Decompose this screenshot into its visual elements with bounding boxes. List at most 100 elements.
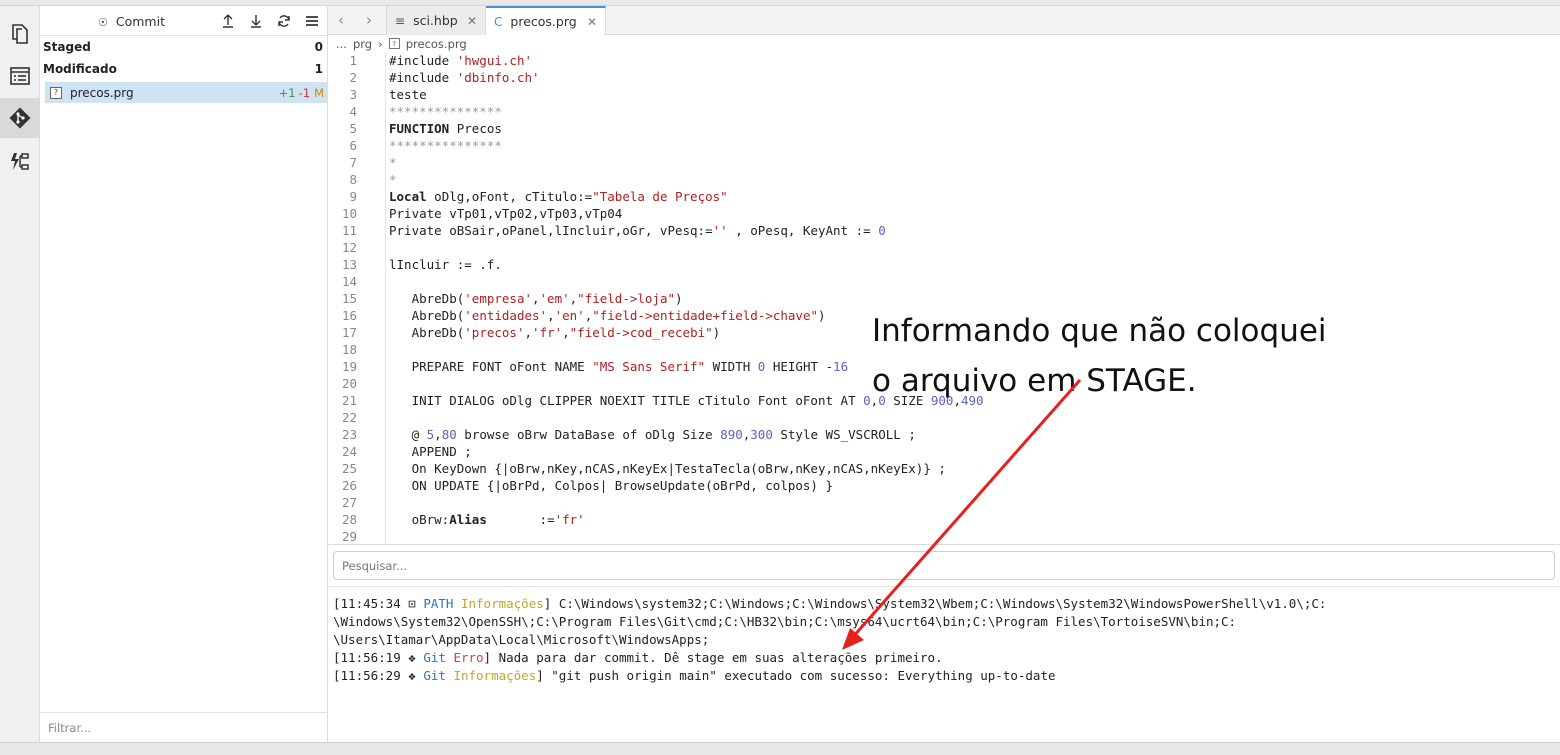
line-number: 3 (349, 87, 357, 102)
line-number: 2 (349, 70, 357, 85)
code-line[interactable]: ON UPDATE {|oBrPd, Colpos| BrowseUpdate(… (389, 477, 1560, 494)
source-control-panel: ☉ Commit Staged 0 Modificado 1 ? precos.p… (40, 6, 328, 742)
status-bar (0, 742, 1560, 755)
line-number: 18 (341, 342, 357, 357)
code-line[interactable]: ​ (389, 528, 1560, 544)
line-number: 27 (341, 495, 357, 510)
commit-icon: ☉ (98, 16, 108, 29)
line-number: 25 (341, 461, 357, 476)
code-line[interactable]: *************** (389, 137, 1560, 154)
activity-bar (0, 6, 40, 742)
line-number: 20 (341, 376, 357, 391)
line-number: 4 (349, 104, 357, 119)
push-icon[interactable] (219, 12, 237, 30)
pull-icon[interactable] (247, 12, 265, 30)
files-icon[interactable] (0, 14, 40, 54)
search-input[interactable] (333, 551, 1555, 580)
scm-title: ☉ Commit (98, 14, 165, 29)
line-number: 19 (341, 359, 357, 374)
code-file-icon: C (494, 14, 503, 29)
code-line[interactable]: APPEND ; (389, 443, 1560, 460)
code-line[interactable]: ​ (389, 273, 1560, 290)
code-line[interactable]: teste (389, 86, 1560, 103)
code-line[interactable]: ​ (389, 409, 1560, 426)
close-icon[interactable]: ✕ (587, 15, 597, 29)
code-line[interactable]: * (389, 171, 1560, 188)
code-line[interactable]: ​ (389, 239, 1560, 256)
terminal-icon: ⊡ (408, 596, 416, 611)
line-number: 5 (349, 121, 357, 136)
line-number: 7 (349, 155, 357, 170)
line-number: 23 (341, 427, 357, 442)
line-number: 9 (349, 189, 357, 204)
flow-icon[interactable] (0, 142, 40, 182)
code-line[interactable]: @ 5,80 browse oBrw DataBase of oDlg Size… (389, 426, 1560, 443)
line-number: 13 (341, 257, 357, 272)
output-line: \Users\Itamar\AppData\Local\Microsoft\Wi… (333, 632, 710, 647)
menu-icon[interactable] (303, 12, 321, 30)
file-icon: ? (50, 86, 62, 99)
code-line[interactable]: Private vTp01,vTp02,vTp03,vTp04 (389, 205, 1560, 222)
changed-file-row[interactable]: ? precos.prg +1 -1 M (45, 82, 327, 103)
line-number: 8 (349, 172, 357, 187)
line-number: 6 (349, 138, 357, 153)
line-number: 26 (341, 478, 357, 493)
tab-sci-hbp[interactable]: ≡ sci.hbp ✕ (386, 6, 486, 35)
line-number-gutter: 1 2 3 4 5 6 7 8 9 10 11 12 13 14 15 16 17 18 19 20 21 22 23 24 2… (328, 52, 386, 544)
code-editor[interactable]: 1 2 3 4 5 6 7 8 9 10 11 12 13 14 15 16 17 18 19 20 21 22 23 24 2… (328, 52, 1560, 545)
code-line[interactable]: On KeyDown {|oBrw,nKey,nCAS,nKeyEx|Testa… (389, 460, 1560, 477)
tab-precos-prg[interactable]: C precos.prg ✕ (486, 6, 606, 35)
output-line: \Windows\System32\OpenSSH\;C:\Program Fi… (333, 614, 1237, 629)
output-line: [11:56:19 ❖ Git Erro] Nada para dar comm… (333, 650, 943, 665)
group-staged[interactable]: Staged 0 (40, 36, 327, 58)
line-number: 28 (341, 512, 357, 527)
code-line[interactable]: * (389, 154, 1560, 171)
file-icon: ? (388, 38, 400, 49)
line-number: 10 (341, 206, 357, 221)
filter-input[interactable]: Filtrar... (40, 712, 328, 742)
search-bar (328, 545, 1560, 587)
code-line[interactable]: AbreDb('empresa','em',"field->loja") (389, 290, 1560, 307)
scm-toolbar (219, 12, 321, 30)
line-number: 29 (341, 529, 357, 544)
back-arrow-icon[interactable]: ‹ (338, 11, 344, 29)
line-number: 21 (341, 393, 357, 408)
line-number: 1 (349, 53, 357, 68)
line-number: 11 (341, 223, 357, 238)
tab-bar: ‹ › ≡ sci.hbp ✕ C precos.prg ✕ (328, 6, 1560, 35)
close-icon[interactable]: ✕ (467, 14, 477, 28)
scm-header: ☉ Commit (40, 6, 327, 36)
output-line: [11:45:34 ⊡ PATH Informações] C:\Windows… (333, 596, 1327, 611)
line-number: 15 (341, 291, 357, 306)
line-number: 16 (341, 308, 357, 323)
app-window: ☉ Commit Staged 0 Modificado 1 ? precos.p… (0, 0, 1560, 755)
code-content[interactable]: #include 'hwgui.ch' #include 'dbinfo.ch' t… (389, 52, 1560, 544)
breadcrumb: ... prg › ? precos.prg (336, 36, 467, 51)
code-line[interactable]: lIncluir := .f. (389, 256, 1560, 273)
line-number: 17 (341, 325, 357, 340)
code-line[interactable]: Local oDlg,oFont, cTitulo:="Tabela de Pr… (389, 188, 1560, 205)
outline-icon[interactable] (0, 56, 40, 96)
output-console: [11:45:34 ⊡ PATH Informações] C:\Windows… (328, 587, 1560, 693)
group-modified[interactable]: Modificado 1 (40, 58, 327, 80)
code-line[interactable]: *************** (389, 103, 1560, 120)
line-number: 24 (341, 444, 357, 459)
forward-arrow-icon[interactable]: › (366, 11, 372, 29)
git-icon: ❖ (408, 650, 416, 665)
text-file-icon: ≡ (395, 13, 406, 28)
code-line[interactable]: #include 'hwgui.ch' (389, 52, 1560, 69)
annotation-text: Informando que não coloquei o arquivo em… (872, 313, 1327, 399)
code-line[interactable]: Private oBSair,oPanel,lIncluir,oGr, vPes… (389, 222, 1560, 239)
line-number: 22 (341, 410, 357, 425)
code-line[interactable]: #include 'dbinfo.ch' (389, 69, 1560, 86)
code-line[interactable]: FUNCTION Precos (389, 120, 1560, 137)
chevron-right-icon: › (378, 36, 383, 51)
sync-icon[interactable] (275, 12, 293, 30)
code-line[interactable]: ​ (389, 494, 1560, 511)
line-number: 14 (341, 274, 357, 289)
line-number: 12 (341, 240, 357, 255)
git-icon[interactable] (0, 98, 40, 138)
code-line[interactable]: oBrw:Alias :='fr' (389, 511, 1560, 528)
git-icon: ❖ (408, 668, 416, 683)
output-line: [11:56:29 ❖ Git Informações] "git push o… (333, 668, 1056, 683)
